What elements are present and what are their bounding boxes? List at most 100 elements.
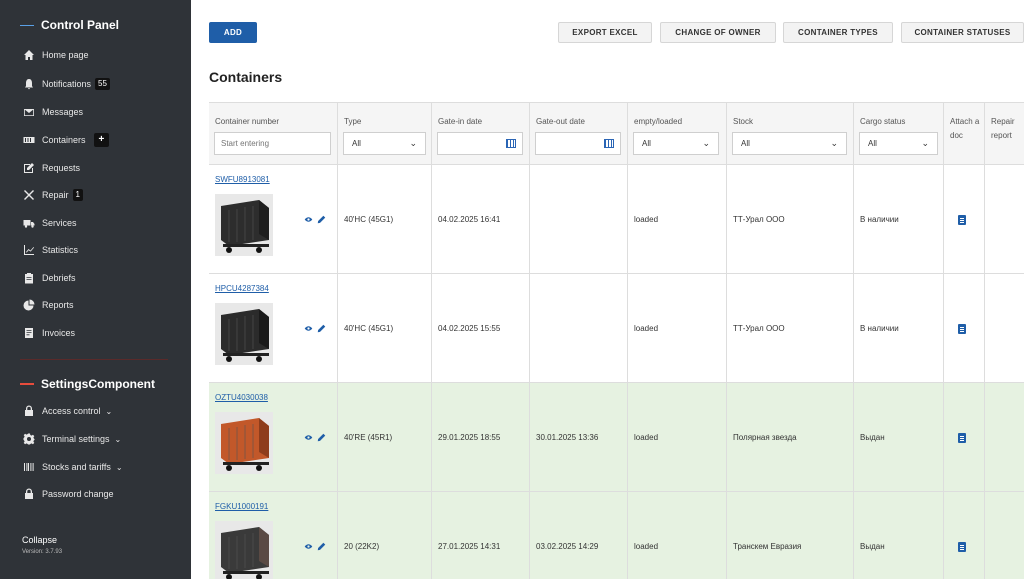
sidebar-item-invoices[interactable]: Invoices bbox=[22, 325, 75, 341]
sidebar-item-notifications[interactable]: Notifications 55 bbox=[22, 76, 110, 92]
sidebar-item-terminal-settings[interactable]: Terminal settings ⌄ bbox=[22, 431, 121, 447]
export-excel-button[interactable]: EXPORT EXCEL bbox=[558, 22, 652, 43]
cell-cargo-status: Выдан bbox=[853, 383, 943, 491]
cell-empty-loaded: loaded bbox=[627, 274, 726, 382]
pencil-icon[interactable] bbox=[317, 542, 326, 551]
document-icon[interactable] bbox=[958, 215, 966, 225]
stock-filter-select[interactable]: All ⌄ bbox=[732, 132, 847, 155]
eye-icon[interactable] bbox=[304, 215, 313, 224]
document-icon[interactable] bbox=[958, 433, 966, 443]
eye-icon[interactable] bbox=[304, 433, 313, 442]
sidebar-item-label: Invoices bbox=[42, 328, 76, 338]
cell-stock: ТТ-Урал ООО bbox=[726, 165, 853, 273]
cargo-status-filter-select[interactable]: All ⌄ bbox=[859, 132, 938, 155]
chevron-down-icon: ⌄ bbox=[409, 138, 417, 148]
chevron-down-icon: ⌄ bbox=[702, 138, 710, 148]
cell-attach-doc bbox=[943, 165, 984, 273]
cell-container-number: FGKU1000191 bbox=[209, 492, 337, 579]
sidebar-item-label: Home page bbox=[42, 50, 89, 60]
type-value: 40'HC (45G1) bbox=[344, 215, 394, 224]
sidebar-item-statistics[interactable]: Statistics bbox=[22, 242, 78, 258]
cell-repair-report bbox=[984, 492, 1024, 579]
cell-gate-out: 30.01.2025 13:36 bbox=[529, 383, 627, 491]
sidebar-item-stocks-tariffs[interactable]: Stocks and tariffs ⌄ bbox=[22, 459, 123, 475]
header-label: Type bbox=[344, 117, 362, 126]
gate-in-value: 29.01.2025 18:55 bbox=[438, 433, 501, 442]
chevron-down-icon: ⌄ bbox=[830, 138, 838, 148]
sidebar-item-home[interactable]: Home page bbox=[22, 47, 89, 63]
sidebar-item-label: Messages bbox=[42, 107, 84, 117]
add-button[interactable]: ADD bbox=[209, 22, 257, 43]
type-value: 40'RE (45R1) bbox=[344, 433, 393, 442]
container-types-button[interactable]: CONTAINER TYPES bbox=[783, 22, 893, 43]
calendar-icon bbox=[506, 139, 516, 148]
document-icon[interactable] bbox=[958, 324, 966, 334]
container-statuses-button[interactable]: CONTAINER STATUSES bbox=[901, 22, 1024, 43]
sidebar-item-password-change[interactable]: Password change bbox=[22, 486, 114, 502]
container-photo[interactable] bbox=[215, 412, 273, 474]
table-header: Container number Type All⌄ Gate-in date … bbox=[209, 103, 1024, 165]
eye-icon[interactable] bbox=[304, 542, 313, 551]
pencil-icon[interactable] bbox=[317, 215, 326, 224]
gear-icon bbox=[22, 433, 35, 446]
container-number-link[interactable]: SWFU8913081 bbox=[215, 175, 270, 184]
add-container-badge[interactable]: + bbox=[93, 133, 110, 147]
sidebar-item-messages[interactable]: Messages bbox=[22, 104, 83, 120]
sidebar-item-label: Requests bbox=[42, 163, 81, 173]
container-icon bbox=[22, 134, 35, 147]
cell-empty-loaded: loaded bbox=[627, 383, 726, 491]
container-photo[interactable] bbox=[215, 194, 273, 256]
sidebar-item-debriefs[interactable]: Debriefs bbox=[22, 270, 76, 286]
sidebar-title: Control Panel bbox=[41, 18, 120, 32]
select-value: All bbox=[868, 139, 877, 148]
col-gate-in: Gate-in date bbox=[431, 103, 529, 164]
sidebar-item-requests[interactable]: Requests bbox=[22, 160, 80, 176]
gate-in-date-picker[interactable] bbox=[437, 132, 523, 155]
gate-in-value: 04.02.2025 15:55 bbox=[438, 324, 501, 333]
cell-attach-doc bbox=[943, 383, 984, 491]
cell-gate-in: 27.01.2025 14:31 bbox=[431, 492, 529, 579]
pencil-icon[interactable] bbox=[317, 433, 326, 442]
type-filter-select[interactable]: All ⌄ bbox=[343, 132, 426, 155]
sidebar-item-containers[interactable]: Containers + bbox=[22, 132, 110, 148]
pencil-icon[interactable] bbox=[317, 324, 326, 333]
chevron-down-icon: ⌄ bbox=[115, 462, 123, 472]
col-stock: Stock All ⌄ bbox=[726, 103, 853, 164]
row-actions bbox=[304, 215, 326, 224]
container-number-link[interactable]: OZTU4030038 bbox=[215, 393, 268, 402]
collapse-button[interactable]: Collapse bbox=[22, 535, 57, 545]
header-label: Attach a doc bbox=[950, 117, 980, 140]
main-content: ADD EXPORT EXCEL CHANGE OF OWNER CONTAIN… bbox=[191, 0, 1024, 579]
sidebar-item-access-control[interactable]: Access control ⌄ bbox=[22, 403, 112, 419]
state-value: loaded bbox=[634, 433, 659, 442]
cargo-status-value: В наличии bbox=[860, 324, 899, 333]
row-actions bbox=[304, 433, 326, 442]
edit-icon bbox=[22, 162, 35, 175]
sidebar-item-services[interactable]: Services bbox=[22, 215, 77, 231]
container-number-link[interactable]: FGKU1000191 bbox=[215, 502, 268, 511]
sidebar-item-label: Notifications bbox=[42, 79, 92, 89]
cell-gate-in: 04.02.2025 16:41 bbox=[431, 165, 529, 273]
pie-icon bbox=[22, 299, 35, 312]
document-icon[interactable] bbox=[958, 542, 966, 552]
envelope-icon bbox=[22, 106, 35, 119]
sidebar-item-label: Containers bbox=[42, 135, 86, 145]
col-repair-report: Repair report bbox=[984, 103, 1024, 164]
eye-icon[interactable] bbox=[304, 324, 313, 333]
container-photo[interactable] bbox=[215, 521, 273, 579]
gate-out-date-picker[interactable] bbox=[535, 132, 621, 155]
lock-icon bbox=[22, 488, 35, 501]
container-photo[interactable] bbox=[215, 303, 273, 365]
sidebar-item-label: Password change bbox=[42, 489, 114, 499]
sidebar-item-repair[interactable]: Repair 1 bbox=[22, 187, 83, 203]
container-number-link[interactable]: HPCU4287384 bbox=[215, 284, 269, 293]
sidebar-divider bbox=[20, 359, 168, 360]
sidebar-item-reports[interactable]: Reports bbox=[22, 297, 74, 313]
cell-container-number: HPCU4287384 bbox=[209, 274, 337, 382]
sidebar: Control Panel Home page Notifications 55… bbox=[0, 0, 191, 579]
settings-header: SettingsComponent bbox=[20, 377, 155, 391]
change-owner-button[interactable]: CHANGE OF OWNER bbox=[660, 22, 776, 43]
cell-gate-in: 04.02.2025 15:55 bbox=[431, 274, 529, 382]
empty-loaded-filter-select[interactable]: All ⌄ bbox=[633, 132, 719, 155]
container-number-filter-input[interactable] bbox=[214, 132, 331, 155]
